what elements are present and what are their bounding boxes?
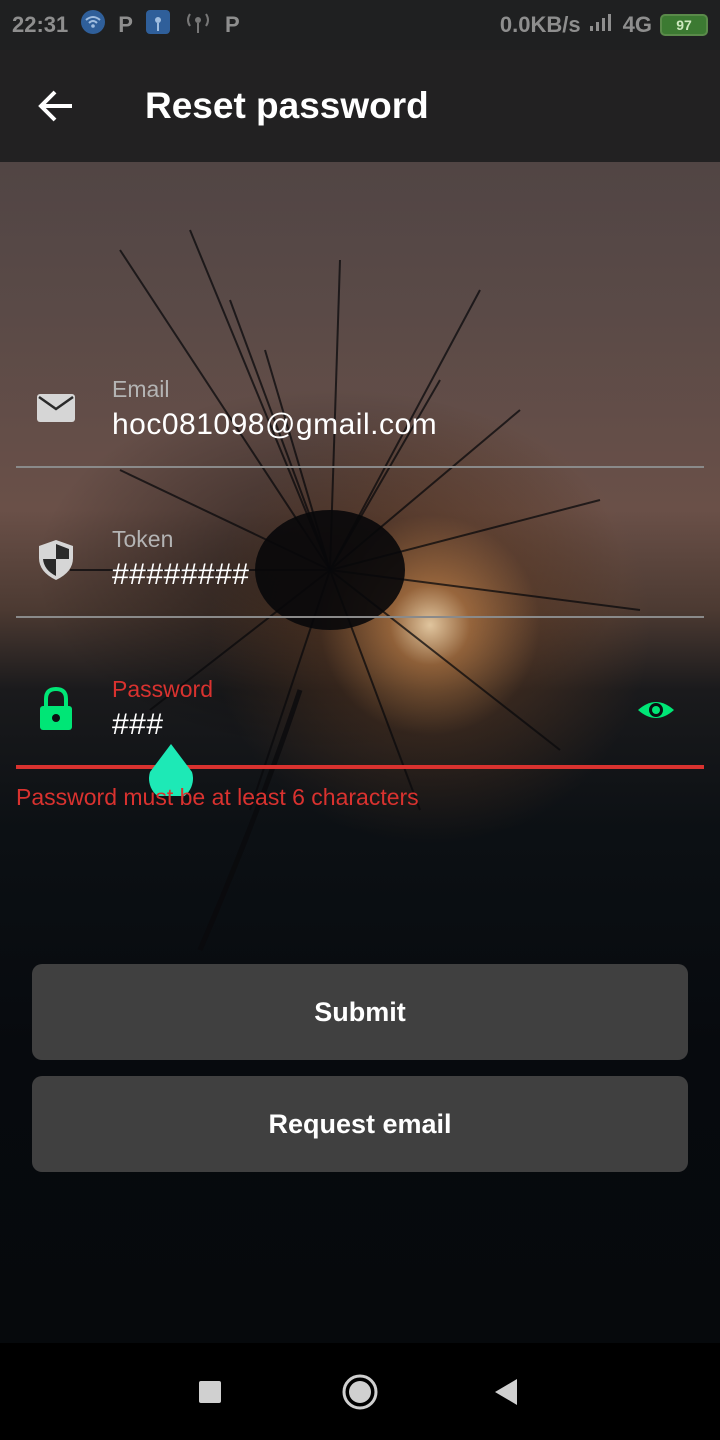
antenna-icon (183, 9, 213, 41)
token-field[interactable]: Token ######## (16, 520, 704, 620)
email-underline (16, 466, 704, 468)
email-field[interactable]: Email hoc081098@gmail.com (16, 370, 704, 470)
password-field[interactable]: Password ### (16, 670, 704, 801)
lock-icon (36, 686, 76, 730)
status-bar: 22:31 P P 0.0KB/s 4G 97 (0, 0, 720, 50)
app-bar: Reset password (0, 50, 720, 162)
password-error-text: Password must be at least 6 characters (16, 784, 419, 810)
back-button[interactable] (28, 78, 84, 134)
mail-icon (36, 388, 76, 428)
network-type: 4G (622, 12, 652, 37)
cast-icon (145, 9, 171, 41)
system-navigation-bar (0, 1343, 720, 1440)
password-label: Password (112, 676, 213, 702)
page-title: Reset password (145, 85, 429, 126)
request-email-button[interactable]: Request email (32, 1076, 688, 1172)
signal-icon (589, 12, 615, 38)
email-input[interactable]: hoc081098@gmail.com (112, 408, 437, 442)
password-input[interactable]: ### (112, 708, 164, 742)
parking-icon: P (224, 12, 240, 37)
eye-icon (638, 702, 674, 718)
shield-icon (36, 538, 76, 580)
back-nav-button[interactable] (482, 1368, 530, 1416)
token-underline (16, 616, 704, 618)
recents-button[interactable] (186, 1368, 234, 1416)
triangle-back-icon (495, 1379, 517, 1405)
net-speed: 0.0KB/s (499, 12, 581, 37)
token-input[interactable]: ######## (112, 558, 249, 592)
visibility-toggle[interactable] (634, 692, 678, 728)
token-label: Token (112, 526, 174, 552)
arrow-left-icon (38, 90, 72, 122)
email-label: Email (112, 376, 170, 402)
square-icon (199, 1381, 221, 1403)
parking-icon: P (118, 12, 133, 37)
status-time: 22:31 (12, 12, 69, 37)
home-button[interactable] (336, 1368, 384, 1416)
battery-level: 97 (676, 17, 692, 33)
password-underline (16, 765, 704, 769)
submit-button[interactable]: Submit (32, 964, 688, 1060)
wifi-hotspot-icon (80, 9, 106, 41)
circle-icon (342, 1374, 378, 1410)
battery-icon: 97 (660, 14, 708, 36)
